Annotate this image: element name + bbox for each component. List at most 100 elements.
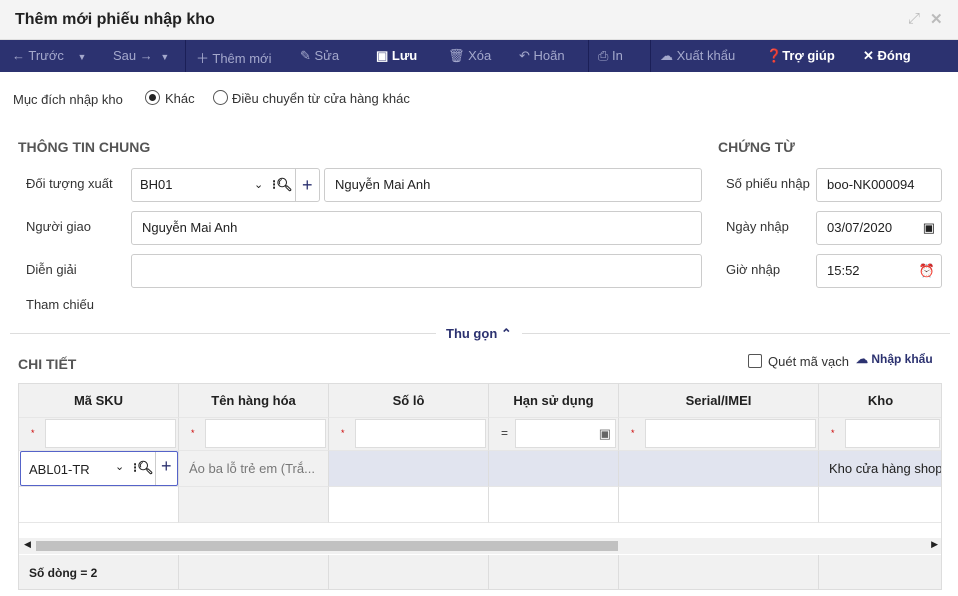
scan-barcode-checkbox[interactable] [748,354,762,368]
row-cell[interactable] [619,487,819,523]
object-name-field[interactable]: Nguyễn Mai Anh [324,168,702,202]
caret-down-icon: ▼ [160,52,170,62]
filter-input[interactable] [355,419,486,448]
scroll-right-icon[interactable]: ▶ [931,539,938,550]
close-button[interactable]: ✕ Đóng [863,48,911,64]
next-button[interactable]: Sau → ▼ [113,48,169,63]
description-field[interactable] [131,254,702,288]
row-cell[interactable] [619,451,819,487]
voucher-number-field[interactable]: boo-NK000094 [816,168,942,202]
sku-combo[interactable]: ABL01-TR ⌄ ⁝🔍︎ + [20,451,178,486]
detail-grid: Mã SKU * Tên hàng hóa * Số lô * Hạn sử dụng = ▣ S… [18,383,942,590]
chevron-down-icon[interactable]: ⌄ [115,460,124,473]
column-header[interactable]: Số lô [329,384,489,418]
divider [650,40,651,72]
filter-input[interactable] [45,419,176,448]
column-header[interactable]: Hạn sử dụng [489,384,619,418]
import-button[interactable]: ☁ Nhập khẩu [856,352,933,366]
export-button[interactable]: ☁ Xuất khẩu [660,48,735,64]
filter-input[interactable] [645,419,816,448]
window-title: Thêm mới phiếu nhập kho [15,11,215,28]
row-cell[interactable] [329,487,489,523]
filter-operator[interactable]: * [191,428,195,438]
print-button[interactable]: ⎙ In [598,48,623,64]
delete-button[interactable]: 🗑 Xóa [448,48,491,64]
filter-operator[interactable]: * [831,428,835,438]
horizontal-scrollbar[interactable]: ◀ ▶ [19,538,941,554]
radio-transfer[interactable] [213,90,228,105]
chevron-down-icon[interactable]: ⌄ [254,169,263,201]
divider [155,452,156,485]
column-filter[interactable]: * [329,418,489,451]
search-list-icon[interactable]: ⁝🔍︎ [133,460,154,476]
footer-cell [619,555,819,589]
row-cell[interactable] [819,487,941,523]
clock-icon[interactable]: ⏰ [919,255,935,287]
x-icon: ✕ [863,48,878,63]
row-cell[interactable] [179,487,329,523]
row-cell[interactable] [489,487,619,523]
warehouse-cell: Kho cửa hàng shop [829,461,942,476]
scan-barcode-label: Quét mã vạch [768,354,849,369]
column-filter[interactable]: * [819,418,941,451]
scrollbar-thumb[interactable] [36,541,618,551]
cloud-upload-icon: ☁ [856,352,872,366]
title-bar: Thêm mới phiếu nhập kho ⤢ ✕ [0,0,958,40]
general-section-title: THÔNG TIN CHUNG [18,139,151,155]
scroll-left-icon[interactable]: ◀ [24,539,31,550]
object-label: Đối tượng xuất [26,176,113,191]
column-filter[interactable]: * [179,418,329,451]
filter-operator[interactable]: * [341,428,345,438]
radio-other[interactable] [145,90,160,105]
search-list-icon[interactable]: ⁝🔍︎ [272,169,293,201]
voucher-section-title: CHỨNG TỪ [718,139,795,155]
help-button[interactable]: ❓Trợ giúp [766,48,835,64]
column-header[interactable]: Kho [819,384,941,418]
maximize-icon[interactable]: ⤢ [908,10,920,27]
undo-button[interactable]: ↶ Hoãn [519,48,565,64]
filter-input[interactable] [205,419,326,448]
object-code-combo[interactable]: BH01 ⌄ ⁝🔍︎ + [131,168,320,202]
column-filter[interactable]: = ▣ [489,418,619,451]
prev-button[interactable]: ← Trước ▼ [12,48,86,63]
time-field[interactable]: 15:52 ⏰ [816,254,942,288]
deliverer-field[interactable]: Nguyễn Mai Anh [131,211,702,245]
floppy-icon: ▣ [376,48,392,63]
add-sku-icon[interactable]: + [161,456,172,477]
save-button[interactable]: ▣ Lưu [376,48,417,64]
row-cell[interactable] [329,451,489,487]
filter-operator[interactable]: * [631,428,635,438]
filter-operator[interactable]: * [31,428,35,438]
divider [588,40,589,72]
filter-operator[interactable]: = [501,426,508,440]
column-filter[interactable]: * [19,418,179,451]
edit-button[interactable]: ✎ Sửa [300,48,339,64]
add-button[interactable]: ＋ Thêm mới [196,48,271,67]
printer-icon: ⎙ [598,48,613,63]
cloud-download-icon: ☁ [660,48,677,63]
date-field[interactable]: 03/07/2020 ▣ [816,211,942,245]
column-header[interactable]: Mã SKU [19,384,179,418]
filter-input[interactable]: ▣ [515,419,616,448]
filter-input[interactable] [845,419,940,448]
column-header[interactable]: Tên hàng hóa [179,384,329,418]
footer-cell [179,555,329,589]
calendar-icon[interactable]: ▣ [923,212,935,244]
calendar-icon[interactable]: ▣ [599,426,611,442]
detail-section-title: CHI TIẾT [18,356,77,372]
row-cell[interactable] [19,487,179,523]
plus-icon: ＋ [196,51,213,66]
row-cell[interactable] [489,451,619,487]
add-object-icon[interactable]: + [302,169,313,201]
footer-cell [329,555,489,589]
chevron-up-icon: ⌃ [500,326,512,341]
arrow-right-icon: → [139,48,153,63]
pencil-icon: ✎ [300,48,315,63]
close-icon[interactable]: ✕ [930,10,943,28]
time-label: Giờ nhập [726,262,781,277]
column-filter[interactable]: * [619,418,819,451]
column-header[interactable]: Serial/IMEI [619,384,819,418]
divider [185,40,186,72]
divider [295,169,296,201]
collapse-button[interactable]: Thu gọn ⌃ [436,326,522,342]
